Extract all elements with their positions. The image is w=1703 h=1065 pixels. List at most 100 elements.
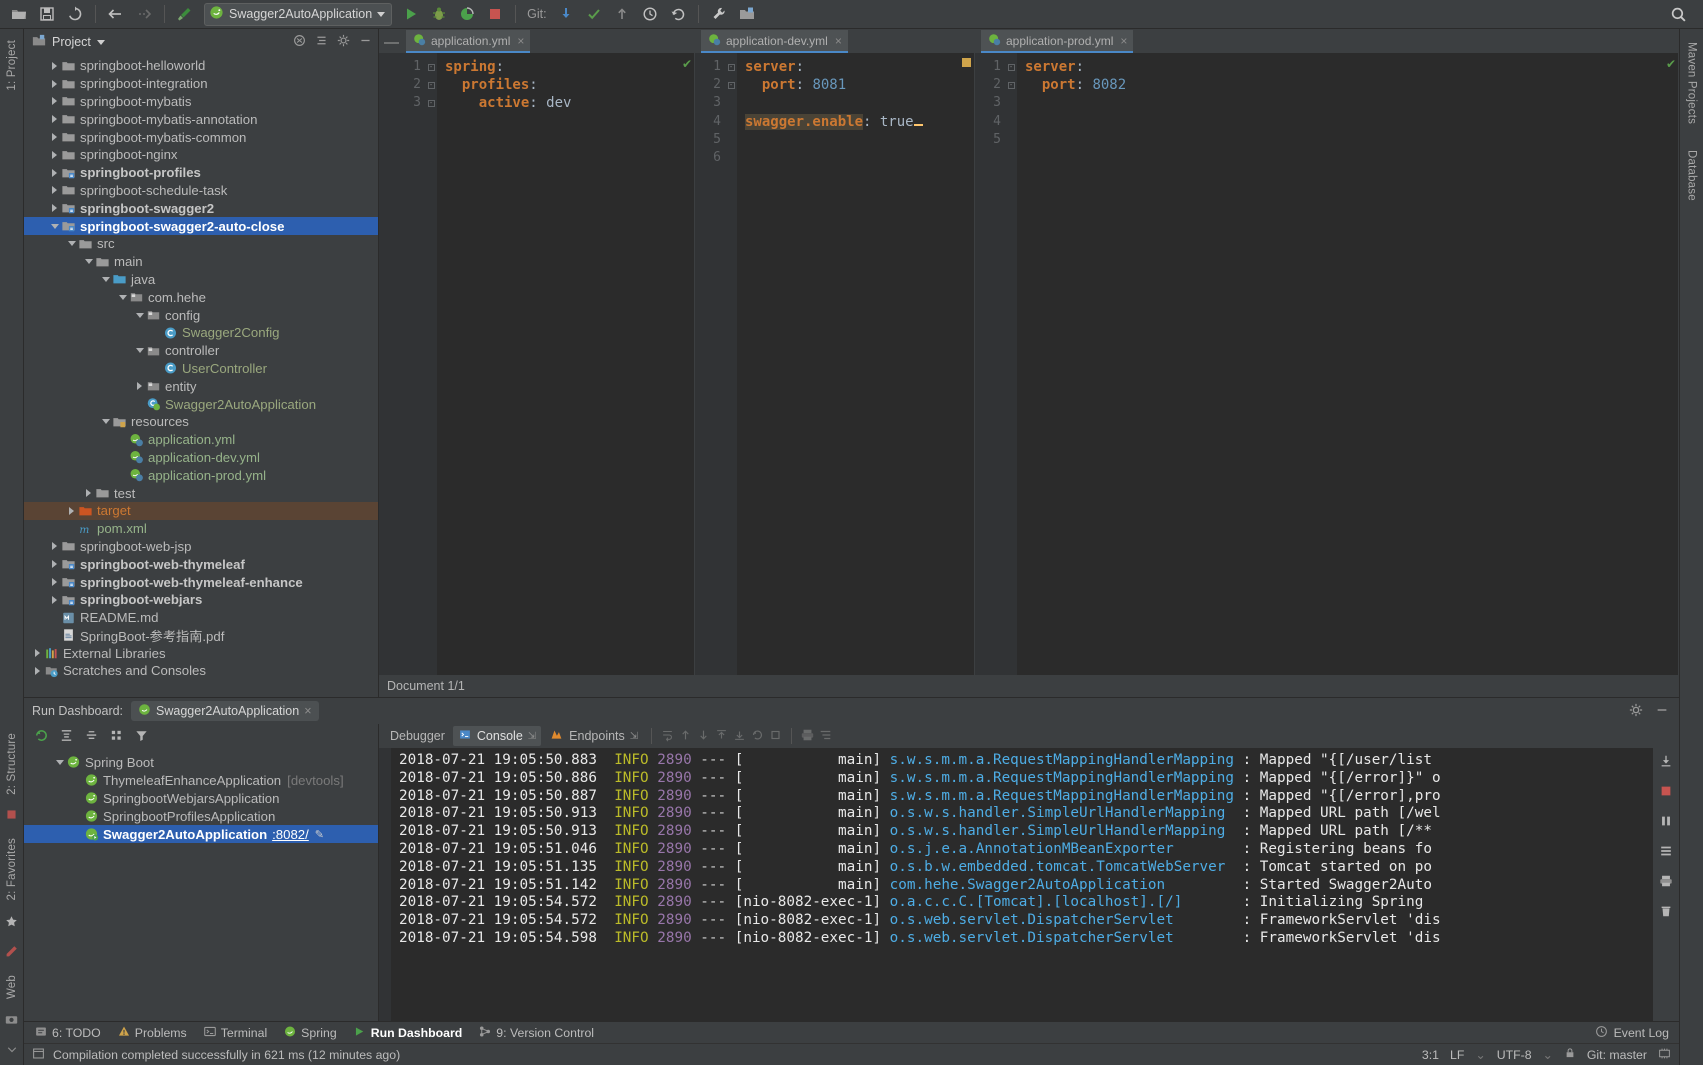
project-tree-item-springboot-integration[interactable]: springboot-integration xyxy=(24,75,378,93)
run-dashboard-tree[interactable]: Spring Boot ThymeleafEnhanceApplication [d… xyxy=(24,750,378,1021)
event-log-button[interactable]: Event Log xyxy=(1595,1025,1669,1041)
status-window-icon[interactable] xyxy=(32,1047,45,1063)
chevron-right-icon[interactable] xyxy=(134,381,145,392)
close-icon[interactable]: × xyxy=(517,34,524,48)
history-clock-icon[interactable] xyxy=(637,2,663,26)
project-tree-item-springboot-mybatis-common[interactable]: springboot-mybatis-common xyxy=(24,128,378,146)
project-tree-item-springboot-webjars[interactable]: springboot-webjars xyxy=(24,591,378,609)
stop-icon[interactable] xyxy=(482,2,508,26)
push-icon[interactable] xyxy=(609,2,635,26)
fold-column-2[interactable]: -- xyxy=(725,53,737,697)
chevron-right-icon[interactable] xyxy=(83,488,94,499)
scroll-down-icon[interactable] xyxy=(696,728,711,745)
project-tree-item-external-libraries[interactable]: External Libraries xyxy=(24,644,378,662)
project-tree-item-application-prod-yml[interactable]: application-prod.yml xyxy=(24,466,378,484)
editor-tab-application-dev-yml[interactable]: application-dev.yml × xyxy=(701,30,848,53)
sidebar-tab-database[interactable]: Database xyxy=(1686,143,1698,208)
project-tree-item-java[interactable]: java xyxy=(24,271,378,289)
run-dashboard-item-springbootwebjarsapplication[interactable]: SpringbootWebjarsApplication xyxy=(24,789,378,807)
chevron-right-icon[interactable] xyxy=(49,96,60,107)
project-tree-item-springboot-profiles[interactable]: springboot-profiles xyxy=(24,164,378,182)
run-dashboard-item-swagger2autoapplication[interactable]: Swagger2AutoApplication:8082/ ✎ xyxy=(24,825,378,843)
trash-icon[interactable] xyxy=(1659,904,1673,921)
rerun-icon[interactable] xyxy=(750,728,765,745)
project-tree-item-application-yml[interactable]: application.yml xyxy=(24,431,378,449)
project-tree-item-main[interactable]: main xyxy=(24,253,378,271)
project-structure-icon[interactable] xyxy=(734,2,760,26)
project-tree-item-com-hehe[interactable]: com.hehe xyxy=(24,288,378,306)
hide-editor-icon[interactable]: — xyxy=(379,34,406,53)
project-tree-item-resources[interactable]: resources xyxy=(24,413,378,431)
project-tree-item-springboot-mybatis[interactable]: springboot-mybatis xyxy=(24,93,378,111)
run-dashboard-item-spring-boot[interactable]: Spring Boot xyxy=(24,753,378,771)
project-tree-item-swagger2config[interactable]: Swagger2Config xyxy=(24,324,378,342)
chevron-right-icon[interactable] xyxy=(49,203,60,214)
editor-tab-application-yml[interactable]: application.yml × xyxy=(406,30,531,53)
lock-icon[interactable] xyxy=(1564,1047,1576,1062)
project-tree-item-usercontroller[interactable]: UserController xyxy=(24,360,378,378)
console-tab-debugger[interactable]: Debugger xyxy=(385,727,450,745)
chevron-down-icon[interactable] xyxy=(54,757,65,768)
stop-icon[interactable] xyxy=(1659,784,1673,801)
project-tree-item-target[interactable]: target xyxy=(24,501,378,520)
chevron-right-icon[interactable] xyxy=(49,577,60,588)
project-tree-item-springboot-schedule-task[interactable]: springboot-schedule-task xyxy=(24,182,378,200)
editor-code-2[interactable]: 1 2 3 4 5 6 -- server: port: 8081 swagger.ena… xyxy=(695,53,974,697)
filter-icon[interactable] xyxy=(134,728,149,746)
run-icon[interactable] xyxy=(398,2,424,26)
editor-marker-strip-3[interactable]: ✔ xyxy=(1664,53,1678,697)
project-tree-item-scratches-and-consoles[interactable]: Scratches and Consoles xyxy=(24,662,378,680)
sync-icon[interactable] xyxy=(62,2,88,26)
thread-dump-icon[interactable] xyxy=(1659,844,1673,861)
fold-column-1[interactable]: --- xyxy=(425,53,437,697)
tool-strip-problems[interactable]: Problems xyxy=(117,1025,187,1041)
console-tab-endpoints[interactable]: Endpoints ⇲ xyxy=(544,726,643,746)
project-tree-item-springboot-pdf[interactable]: SpringBoot-参考指南.pdf xyxy=(24,627,378,645)
settings-gear-icon[interactable] xyxy=(1629,703,1643,720)
expand-all-icon[interactable] xyxy=(59,728,74,746)
line-separator[interactable]: LF xyxy=(1450,1048,1464,1062)
run-dashboard-tab-swagger2autoapplication[interactable]: Swagger2AutoApplication × xyxy=(131,701,319,721)
fold-column-3[interactable]: -- xyxy=(1005,53,1017,697)
chevron-down-icon[interactable] xyxy=(100,416,111,427)
scroll-up-icon[interactable] xyxy=(678,728,693,745)
project-tree-item-springboot-web-thymeleaf[interactable]: springboot-web-thymeleaf xyxy=(24,555,378,573)
close-icon[interactable]: × xyxy=(1120,34,1127,48)
soft-wrap-icon[interactable] xyxy=(660,728,675,745)
console-tab-console[interactable]: Console ⇲ xyxy=(452,726,542,746)
update-project-icon[interactable] xyxy=(553,2,579,26)
chevron-right-icon[interactable] xyxy=(49,167,60,178)
git-branch[interactable]: Git: master xyxy=(1587,1048,1647,1062)
step-up-icon[interactable] xyxy=(714,728,729,745)
tool-strip-terminal[interactable]: Terminal xyxy=(203,1025,267,1041)
sidebar-tab-maven-projects[interactable]: Maven Projects xyxy=(1686,35,1698,131)
project-tree-item-swagger2autoapplication[interactable]: Swagger2AutoApplication xyxy=(24,395,378,413)
open-folder-icon[interactable] xyxy=(6,2,32,26)
rerun-icon[interactable] xyxy=(34,728,49,746)
search-everywhere-icon[interactable] xyxy=(1665,2,1691,26)
settings-gear-icon[interactable] xyxy=(337,34,350,50)
chevron-down-icon[interactable] xyxy=(83,256,94,267)
chevron-right-icon[interactable] xyxy=(49,114,60,125)
chevron-right-icon[interactable] xyxy=(49,594,60,605)
project-tree-item-test[interactable]: test xyxy=(24,484,378,502)
console-output[interactable]: 2018-07-21 19:05:50.883 INFO 2890 --- [ … xyxy=(391,748,1653,1021)
sidebar-tab-favorites[interactable]: 2: Favorites xyxy=(6,831,18,907)
coverage-icon[interactable] xyxy=(454,2,480,26)
chevron-down-icon[interactable] xyxy=(134,310,145,321)
editor-code-3[interactable]: 1 2 3 4 5 -- server: port: 8082 ✔ xyxy=(975,53,1678,697)
chevron-down-icon[interactable] xyxy=(134,345,145,356)
revert-icon[interactable] xyxy=(665,2,691,26)
project-tree-item-springboot-nginx[interactable]: springboot-nginx xyxy=(24,146,378,164)
project-tree-item-springboot-mybatis-annotation[interactable]: springboot-mybatis-annotation xyxy=(24,110,378,128)
pause-icon[interactable] xyxy=(1659,814,1673,831)
stop-icon-sidebar[interactable] xyxy=(5,808,18,824)
chevron-right-icon[interactable] xyxy=(32,665,43,676)
editor-marker-strip-1[interactable]: ✔ xyxy=(680,53,694,697)
chevron-down-icon[interactable] xyxy=(377,11,386,17)
project-tree-item-pom-xml[interactable]: m pom.xml xyxy=(24,520,378,538)
group-icon[interactable] xyxy=(109,728,124,746)
close-icon[interactable]: × xyxy=(835,34,842,48)
hide-icon[interactable] xyxy=(359,34,372,50)
project-tree-item-springboot-swagger2[interactable]: springboot-swagger2 xyxy=(24,199,378,217)
